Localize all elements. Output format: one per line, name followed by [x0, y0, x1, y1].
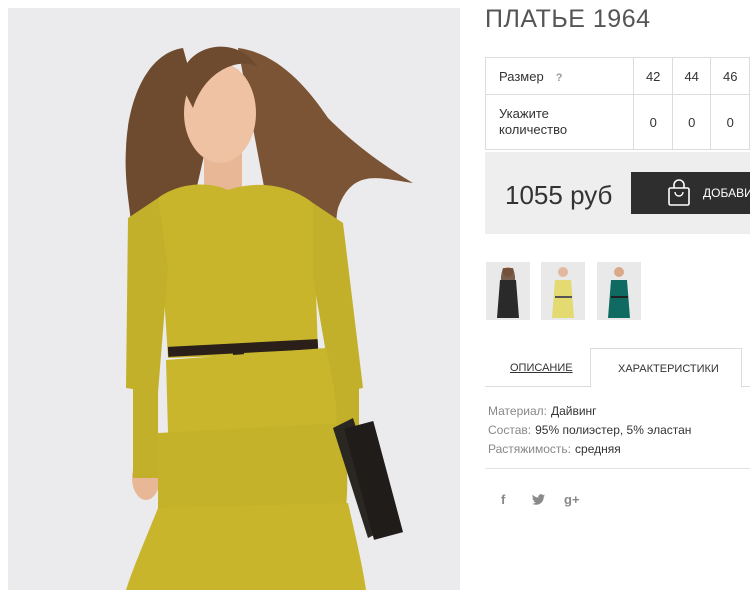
thumbnail-black[interactable]	[486, 262, 530, 320]
add-to-cart-label: ДОБАВИТЬ	[703, 186, 750, 200]
spec-key: Материал:	[488, 404, 547, 418]
size-label-cell: Размер?	[484, 57, 635, 95]
google-plus-icon[interactable]: g+	[564, 492, 580, 507]
spec-key: Состав:	[488, 423, 532, 437]
twitter-icon[interactable]	[531, 494, 546, 506]
product-photo[interactable]	[8, 8, 460, 590]
quantity-label: Укажите количество	[484, 94, 635, 150]
spec-row: Состав: 95% полиэстер, 5% эластан	[488, 421, 691, 440]
buy-box: 1055 руб ДОБАВИТЬ	[485, 152, 750, 234]
thumbnail-teal[interactable]	[597, 262, 641, 320]
thumbnail-yellow[interactable]	[541, 262, 585, 320]
spec-value: 95% полиэстер, 5% эластан	[535, 423, 692, 437]
help-icon[interactable]: ?	[556, 72, 563, 84]
thumbnail-black-image	[497, 267, 519, 318]
product-tabs: ОПИСАНИЕ ХАРАКТЕРИСТИКИ	[485, 348, 750, 388]
model-illustration	[8, 8, 460, 590]
shopping-bag-icon	[668, 179, 690, 206]
quantity-row: Укажите количество 0 0 0	[484, 94, 750, 150]
tab-description[interactable]: ОПИСАНИЕ	[510, 362, 573, 374]
price: 1055 руб	[505, 180, 613, 210]
size-row: Размер? 42 44 46	[484, 57, 750, 95]
size-quantity-table: Размер? 42 44 46 Укажите количество 0 0 …	[484, 57, 750, 150]
facebook-icon[interactable]: f	[501, 492, 505, 507]
add-to-cart-button[interactable]: ДОБАВИТЬ	[631, 172, 750, 214]
spec-row: Материал: Дайвинг	[488, 402, 691, 421]
quantity-input-46[interactable]: 0	[710, 94, 750, 150]
spec-row: Растяжимость: средняя	[488, 440, 691, 459]
specs-list: Материал: Дайвинг Состав: 95% полиэстер, 5…	[488, 402, 691, 459]
product-title: ПЛАТЬЕ 1964	[485, 5, 651, 33]
quantity-input-42[interactable]: 0	[633, 94, 673, 150]
quantity-input-44[interactable]: 0	[671, 94, 712, 150]
size-label: Размер	[499, 68, 544, 84]
tab-specs-label: ХАРАКТЕРИСТИКИ	[618, 363, 719, 375]
spec-key: Растяжимость:	[488, 442, 572, 456]
tab-specs[interactable]: ХАРАКТЕРИСТИКИ	[590, 348, 742, 388]
size-42: 42	[633, 57, 673, 95]
divider	[485, 468, 750, 469]
spec-value: средняя	[575, 442, 621, 456]
spec-value: Дайвинг	[550, 404, 597, 418]
size-44: 44	[671, 57, 712, 95]
thumbnail-teal-image	[608, 267, 630, 318]
size-46: 46	[710, 57, 750, 95]
thumbnail-yellow-image	[552, 267, 574, 318]
